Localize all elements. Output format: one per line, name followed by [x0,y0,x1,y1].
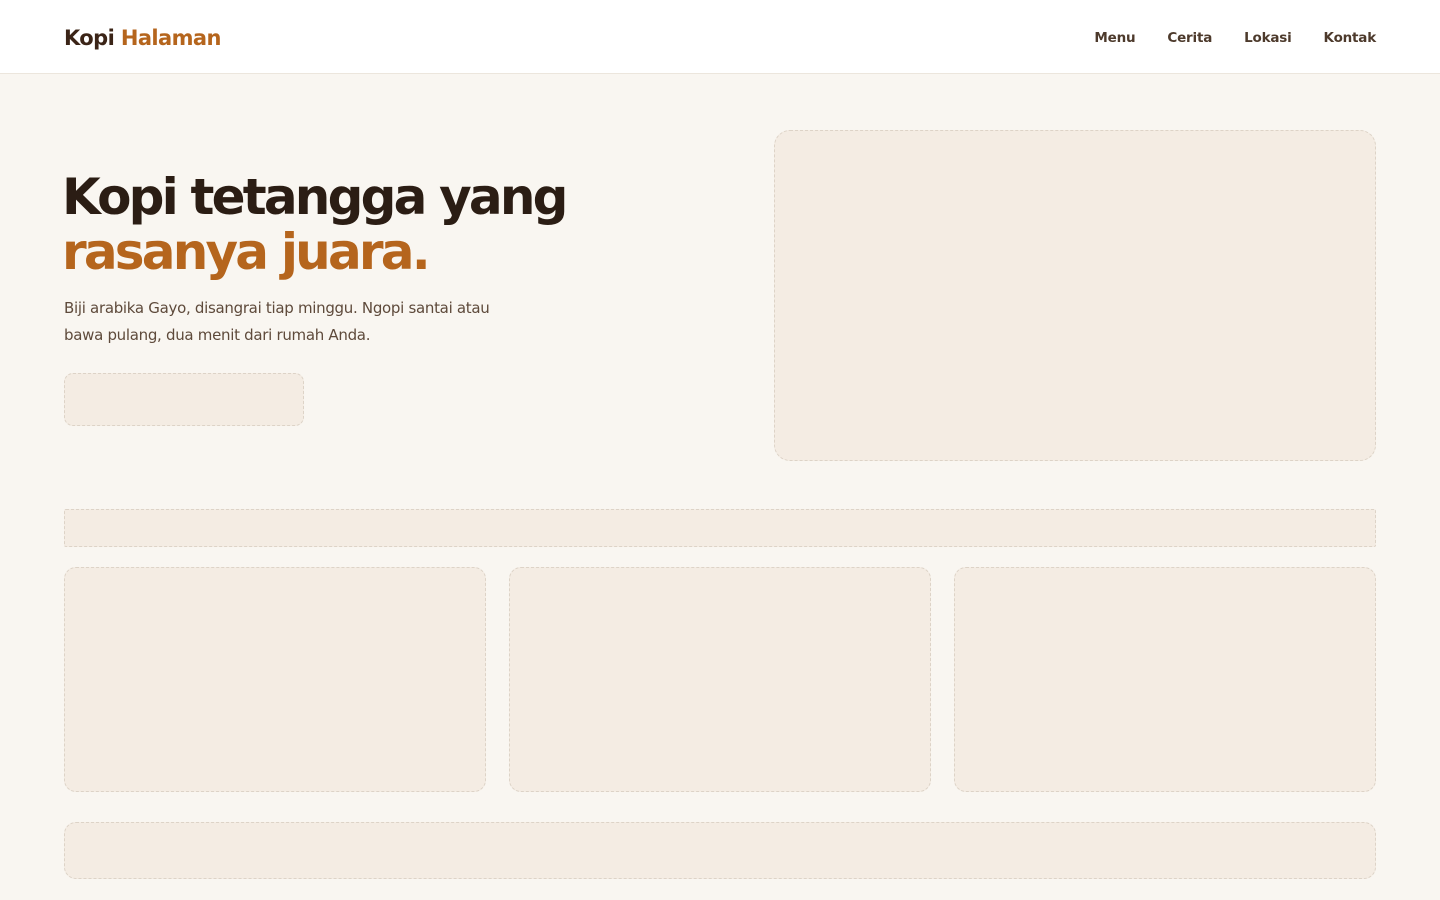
nav-item-kontak[interactable]: Kontak [1324,28,1377,48]
hero-cta-placeholder[interactable] [64,373,304,426]
hero-subtitle: Biji arabika Gayo, disangrai tiap minggu… [64,299,490,344]
site-header: Kopi Halaman Menu Cerita Lokasi Kontak [0,0,1440,74]
hero-image-placeholder [774,130,1376,461]
nav-item-menu[interactable]: Menu [1094,28,1135,48]
brand-name-part1: Kopi [64,26,115,50]
card-placeholder-3 [954,567,1376,792]
hero-title-line2: rasanya juara. [62,223,431,281]
nav-item-cerita[interactable]: Cerita [1167,28,1212,48]
section-header-placeholder [64,509,1376,547]
brand-logo[interactable]: Kopi Halaman [64,24,221,52]
card-placeholder-1 [64,567,486,792]
footer-placeholder [64,822,1376,879]
main-nav: Menu Cerita Lokasi Kontak [1094,28,1376,48]
nav-item-lokasi[interactable]: Lokasi [1244,28,1292,48]
card-placeholder-2 [509,567,931,792]
hero-title-line1: Kopi tetangga yang [62,168,568,226]
brand-name-part2: Halaman [120,26,222,50]
hero-title: Kopi tetangga yang rasanya juara. [62,170,762,280]
